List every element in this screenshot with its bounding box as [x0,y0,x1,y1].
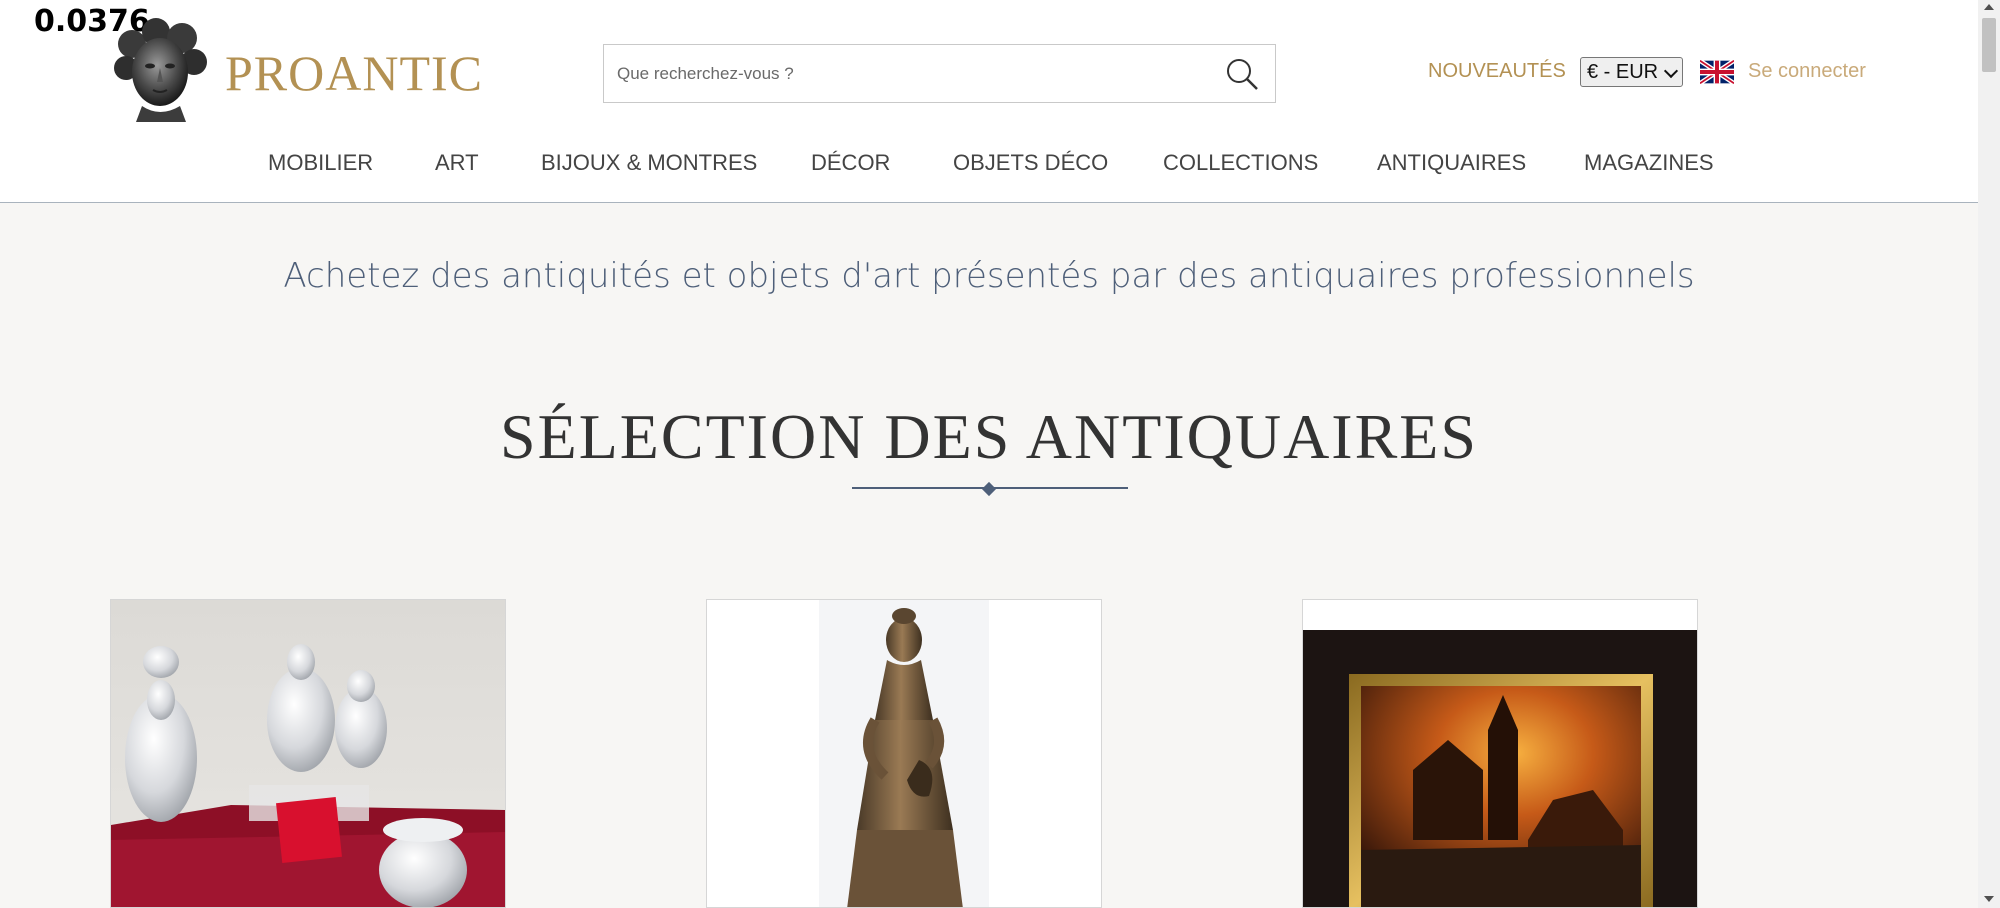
product-card[interactable] [1302,599,1698,908]
nav-item-magazines[interactable]: MAGAZINES [1584,150,1714,176]
search-bar [603,44,1276,103]
currency-select[interactable]: € - EUR [1580,57,1683,87]
search-icon[interactable] [1225,57,1259,91]
page-tagline: Achetez des antiquités et objets d'art p… [283,256,1695,296]
framed-painting-image[interactable] [1303,600,1698,908]
product-card[interactable] [110,599,506,908]
bronze-statue-image[interactable] [707,600,1102,908]
page-scrollbar[interactable] [1978,0,2000,908]
search-input[interactable] [617,45,1207,102]
nav-item-collections[interactable]: COLLECTIONS [1163,150,1318,176]
nav-item-decor[interactable]: DÉCOR [811,150,890,176]
scroll-up-icon[interactable] [1984,4,1994,10]
chevron-down-icon [1663,63,1679,79]
nav-item-antiquaires[interactable]: ANTIQUAIRES [1377,150,1526,176]
nav-item-bijoux-montres[interactable]: BIJOUX & MONTRES [541,150,757,176]
crystal-bottles-image[interactable] [111,600,506,908]
new-arrivals-link[interactable]: NOUVEAUTÉS [1428,60,1566,83]
login-link[interactable]: Se connecter [1748,60,1866,83]
bust-logo-icon[interactable] [112,18,208,122]
currency-value: € - EUR [1587,61,1659,83]
product-card[interactable] [706,599,1102,908]
scroll-down-icon[interactable] [1984,896,1994,902]
section-title: SÉLECTION DES ANTIQUAIRES [500,401,1478,472]
nav-item-art[interactable]: ART [435,150,479,176]
nav-item-mobilier[interactable]: MOBILIER [268,150,373,176]
scroll-thumb[interactable] [1982,18,1996,72]
uk-flag-icon[interactable] [1700,60,1734,84]
main-nav: MOBILIER ART BIJOUX & MONTRES DÉCOR OBJE… [0,150,1978,180]
site-header: 0.0376 PROANTIC NOUVEAUTÉS € - EUR [0,0,1978,203]
brand-name[interactable]: PROANTIC [225,44,483,102]
nav-item-objets-deco[interactable]: OBJETS DÉCO [953,150,1108,176]
divider-diamond-icon [981,481,997,497]
